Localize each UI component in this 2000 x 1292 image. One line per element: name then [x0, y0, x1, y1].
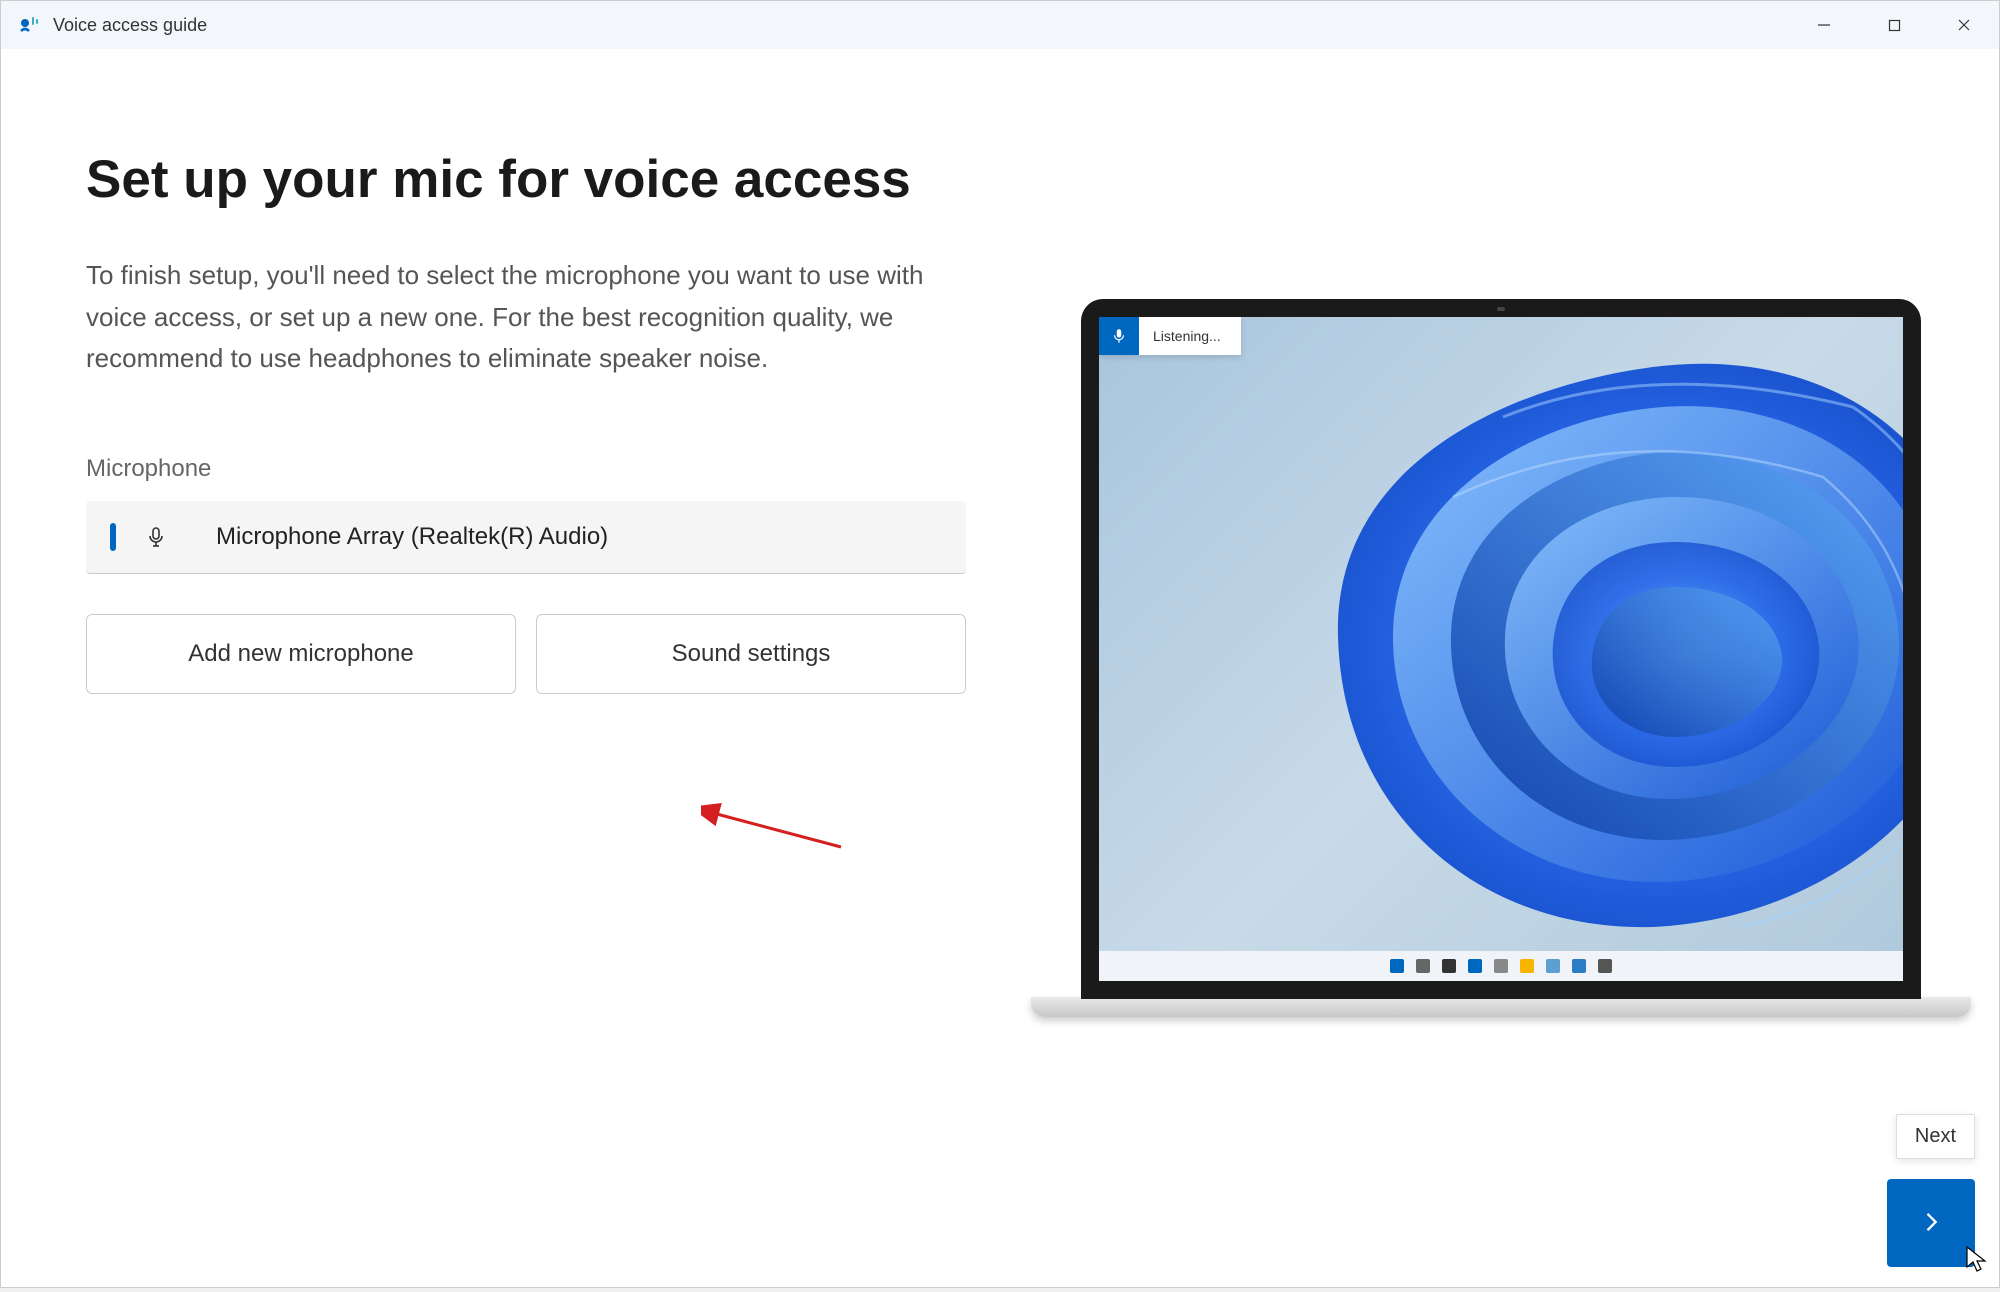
microphone-selector[interactable]: Microphone Array (Realtek(R) Audio) — [86, 501, 966, 574]
voice-access-icon — [17, 13, 41, 37]
content-area: Set up your mic for voice access To fini… — [1, 49, 1999, 1287]
page-title: Set up your mic for voice access — [86, 149, 1031, 210]
window-controls — [1789, 1, 1999, 49]
maximize-button[interactable] — [1859, 1, 1929, 49]
title-bar-left: Voice access guide — [17, 13, 207, 37]
close-button[interactable] — [1929, 1, 1999, 49]
chevron-right-icon — [1917, 1208, 1945, 1239]
listening-badge: Listening... — [1099, 317, 1241, 355]
preview-taskbar — [1099, 951, 1903, 981]
laptop-preview-image: Listening... — [1081, 299, 2000, 1019]
mic-activity-indicator — [110, 523, 116, 551]
preview-panel: Listening... — [1051, 49, 1999, 1287]
windows-bloom-wallpaper — [1303, 317, 1903, 957]
listening-mic-icon — [1099, 317, 1139, 355]
title-bar: Voice access guide — [1, 1, 1999, 49]
page-description: To finish setup, you'll need to select t… — [86, 255, 956, 380]
next-tooltip: Next — [1896, 1114, 1975, 1159]
add-microphone-button[interactable]: Add new microphone — [86, 614, 516, 694]
action-buttons-row: Add new microphone Sound settings — [86, 614, 1031, 694]
selected-microphone-name: Microphone Array (Realtek(R) Audio) — [216, 523, 608, 551]
setup-panel: Set up your mic for voice access To fini… — [1, 49, 1051, 1287]
window-title: Voice access guide — [53, 15, 207, 36]
listening-label: Listening... — [1139, 328, 1241, 344]
microphone-icon — [144, 525, 168, 549]
sound-settings-button[interactable]: Sound settings — [536, 614, 966, 694]
minimize-button[interactable] — [1789, 1, 1859, 49]
microphone-label: Microphone — [86, 455, 1031, 483]
next-button[interactable] — [1887, 1179, 1975, 1267]
app-window: Voice access guide Set up your mic for v… — [0, 0, 2000, 1288]
